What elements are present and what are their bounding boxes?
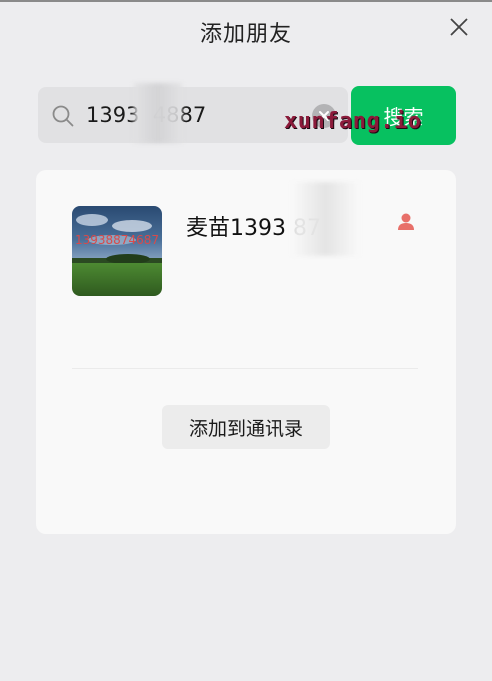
dialog-title: 添加朋友 bbox=[199, 22, 292, 47]
search-button[interactable]: 搜索 bbox=[351, 86, 456, 145]
clear-icon bbox=[319, 111, 329, 121]
contact-avatar[interactable]: 13938874687 bbox=[72, 206, 162, 296]
close-button[interactable] bbox=[446, 14, 472, 40]
window-top-border bbox=[0, 0, 492, 2]
avatar-image bbox=[72, 206, 162, 296]
card-divider bbox=[72, 368, 418, 369]
add-to-contacts-button[interactable]: 添加到通讯录 bbox=[162, 405, 330, 449]
search-box[interactable] bbox=[38, 83, 348, 143]
redaction-blur bbox=[134, 83, 182, 143]
contact-card: 13938874687 麦苗1393 87 添加到通讯录 bbox=[36, 170, 456, 534]
search-icon bbox=[52, 105, 74, 127]
search-input[interactable] bbox=[86, 95, 306, 135]
female-icon bbox=[398, 213, 414, 230]
clear-search-button[interactable] bbox=[312, 104, 336, 128]
close-icon bbox=[450, 18, 468, 36]
avatar-text: 13938874687 bbox=[75, 233, 159, 247]
redaction-blur bbox=[291, 182, 360, 256]
